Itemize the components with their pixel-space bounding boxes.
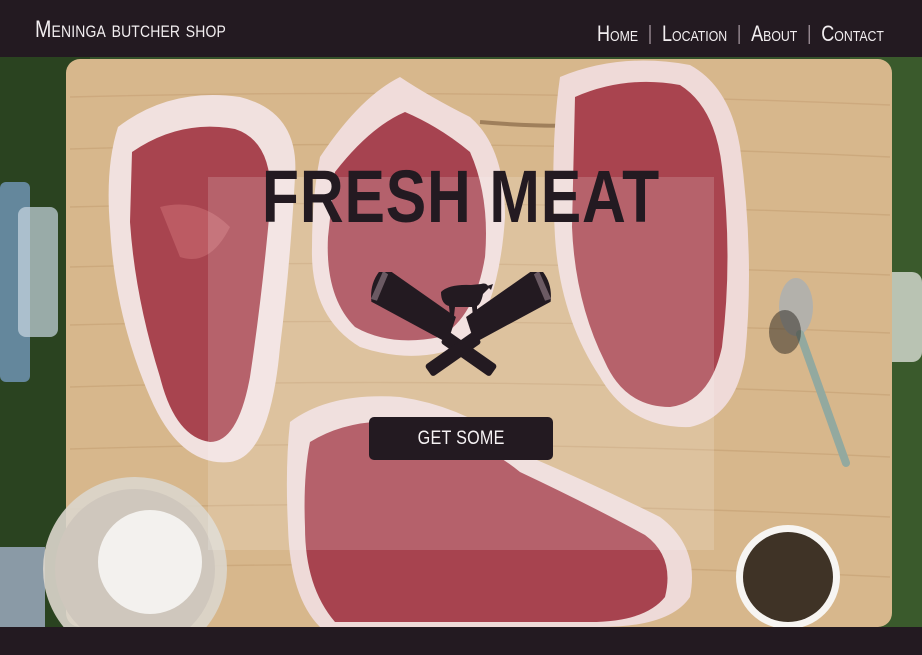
nav-separator: | (807, 22, 812, 45)
main-nav: Home | Location | About | Contact (597, 21, 884, 47)
crossed-cleavers-cow-icon (370, 272, 552, 376)
nav-contact-link[interactable]: Contact (821, 21, 884, 47)
hero-headline: FRESH MEAT (261, 155, 661, 238)
nav-separator: | (647, 22, 653, 45)
nav-home-link[interactable]: Home (597, 21, 638, 47)
get-some-button[interactable]: GET SOME (369, 417, 553, 460)
footer-bar (0, 627, 922, 655)
brand-logo-text[interactable]: Meninga butcher shop (35, 16, 226, 44)
nav-location-link[interactable]: Location (662, 21, 727, 47)
top-navbar: Meninga butcher shop Home | Location | A… (0, 0, 922, 57)
nav-about-link[interactable]: About (751, 21, 797, 47)
nav-separator: | (737, 22, 742, 45)
